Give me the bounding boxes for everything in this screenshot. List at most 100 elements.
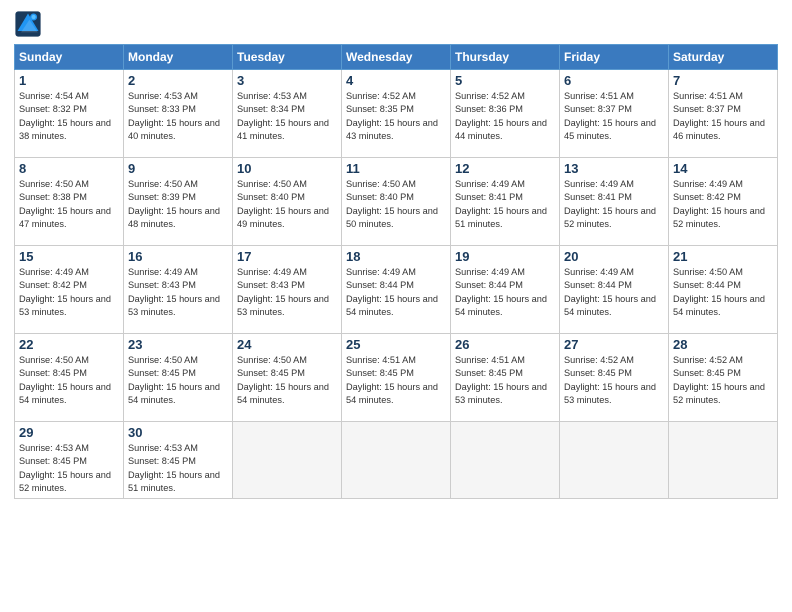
day-info: Sunrise: 4:49 AMSunset: 8:44 PMDaylight:…	[564, 266, 664, 319]
day-number: 8	[19, 161, 119, 176]
calendar-cell: 28 Sunrise: 4:52 AMSunset: 8:45 PMDayligh…	[669, 334, 778, 422]
calendar-cell: 5 Sunrise: 4:52 AMSunset: 8:36 PMDaylight…	[451, 70, 560, 158]
day-number: 12	[455, 161, 555, 176]
day-info: Sunrise: 4:49 AMSunset: 8:43 PMDaylight:…	[128, 266, 228, 319]
calendar-table: SundayMondayTuesdayWednesdayThursdayFrid…	[14, 44, 778, 499]
day-info: Sunrise: 4:49 AMSunset: 8:42 PMDaylight:…	[19, 266, 119, 319]
calendar-cell: 14 Sunrise: 4:49 AMSunset: 8:42 PMDayligh…	[669, 158, 778, 246]
calendar-cell	[451, 422, 560, 499]
calendar-cell: 26Sunrise: 4:51 AMSunset: 8:45 PMDayligh…	[451, 334, 560, 422]
day-number: 2	[128, 73, 228, 88]
day-number: 26	[455, 337, 555, 352]
day-number: 19	[455, 249, 555, 264]
calendar-cell	[669, 422, 778, 499]
day-number: 30	[128, 425, 228, 440]
day-info: Sunrise: 4:50 AMSunset: 8:44 PMDaylight:…	[673, 266, 773, 319]
day-info: Sunrise: 4:52 AMSunset: 8:45 PMDaylight:…	[673, 354, 773, 407]
weekday-sunday: Sunday	[15, 45, 124, 70]
calendar-cell	[233, 422, 342, 499]
day-info: Sunrise: 4:49 AMSunset: 8:42 PMDaylight:…	[673, 178, 773, 231]
weekday-tuesday: Tuesday	[233, 45, 342, 70]
calendar-cell: 6 Sunrise: 4:51 AMSunset: 8:37 PMDaylight…	[560, 70, 669, 158]
week-row-3: 15 Sunrise: 4:49 AMSunset: 8:42 PMDayligh…	[15, 246, 778, 334]
day-number: 5	[455, 73, 555, 88]
logo	[14, 10, 46, 38]
calendar-cell: 4 Sunrise: 4:52 AMSunset: 8:35 PMDaylight…	[342, 70, 451, 158]
calendar-cell: 17Sunrise: 4:49 AMSunset: 8:43 PMDayligh…	[233, 246, 342, 334]
day-info: Sunrise: 4:53 AMSunset: 8:45 PMDaylight:…	[128, 442, 228, 495]
day-info: Sunrise: 4:52 AMSunset: 8:36 PMDaylight:…	[455, 90, 555, 143]
calendar-cell: 13 Sunrise: 4:49 AMSunset: 8:41 PMDayligh…	[560, 158, 669, 246]
day-number: 14	[673, 161, 773, 176]
weekday-friday: Friday	[560, 45, 669, 70]
week-row-4: 22 Sunrise: 4:50 AMSunset: 8:45 PMDayligh…	[15, 334, 778, 422]
day-number: 23	[128, 337, 228, 352]
day-info: Sunrise: 4:49 AMSunset: 8:41 PMDaylight:…	[564, 178, 664, 231]
day-info: Sunrise: 4:53 AMSunset: 8:34 PMDaylight:…	[237, 90, 337, 143]
day-info: Sunrise: 4:51 AMSunset: 8:37 PMDaylight:…	[564, 90, 664, 143]
day-info: Sunrise: 4:51 AMSunset: 8:37 PMDaylight:…	[673, 90, 773, 143]
day-info: Sunrise: 4:49 AMSunset: 8:44 PMDaylight:…	[346, 266, 446, 319]
weekday-saturday: Saturday	[669, 45, 778, 70]
day-info: Sunrise: 4:53 AMSunset: 8:45 PMDaylight:…	[19, 442, 119, 495]
calendar-cell: 20Sunrise: 4:49 AMSunset: 8:44 PMDayligh…	[560, 246, 669, 334]
calendar-cell: 16 Sunrise: 4:49 AMSunset: 8:43 PMDayligh…	[124, 246, 233, 334]
week-row-2: 8 Sunrise: 4:50 AMSunset: 8:38 PMDaylight…	[15, 158, 778, 246]
calendar-cell: 2 Sunrise: 4:53 AMSunset: 8:33 PMDaylight…	[124, 70, 233, 158]
calendar-cell: 27 Sunrise: 4:52 AMSunset: 8:45 PMDayligh…	[560, 334, 669, 422]
calendar-cell: 1Sunrise: 4:54 AMSunset: 8:32 PMDaylight…	[15, 70, 124, 158]
day-number: 3	[237, 73, 337, 88]
calendar-cell: 12 Sunrise: 4:49 AMSunset: 8:41 PMDayligh…	[451, 158, 560, 246]
day-number: 27	[564, 337, 664, 352]
calendar-cell	[560, 422, 669, 499]
day-info: Sunrise: 4:50 AMSunset: 8:45 PMDaylight:…	[19, 354, 119, 407]
calendar-cell: 19Sunrise: 4:49 AMSunset: 8:44 PMDayligh…	[451, 246, 560, 334]
day-info: Sunrise: 4:52 AMSunset: 8:45 PMDaylight:…	[564, 354, 664, 407]
day-number: 15	[19, 249, 119, 264]
weekday-header-row: SundayMondayTuesdayWednesdayThursdayFrid…	[15, 45, 778, 70]
calendar-body: 1Sunrise: 4:54 AMSunset: 8:32 PMDaylight…	[15, 70, 778, 499]
day-number: 29	[19, 425, 119, 440]
calendar-cell: 11 Sunrise: 4:50 AMSunset: 8:40 PMDayligh…	[342, 158, 451, 246]
day-info: Sunrise: 4:50 AMSunset: 8:45 PMDaylight:…	[128, 354, 228, 407]
day-number: 28	[673, 337, 773, 352]
calendar-cell: 15 Sunrise: 4:49 AMSunset: 8:42 PMDayligh…	[15, 246, 124, 334]
day-info: Sunrise: 4:51 AMSunset: 8:45 PMDaylight:…	[346, 354, 446, 407]
day-number: 4	[346, 73, 446, 88]
day-number: 17	[237, 249, 337, 264]
day-info: Sunrise: 4:52 AMSunset: 8:35 PMDaylight:…	[346, 90, 446, 143]
day-number: 25	[346, 337, 446, 352]
calendar-cell: 25 Sunrise: 4:51 AMSunset: 8:45 PMDayligh…	[342, 334, 451, 422]
calendar-cell	[342, 422, 451, 499]
week-row-1: 1Sunrise: 4:54 AMSunset: 8:32 PMDaylight…	[15, 70, 778, 158]
day-info: Sunrise: 4:50 AMSunset: 8:40 PMDaylight:…	[237, 178, 337, 231]
calendar-cell: 23 Sunrise: 4:50 AMSunset: 8:45 PMDayligh…	[124, 334, 233, 422]
day-info: Sunrise: 4:50 AMSunset: 8:39 PMDaylight:…	[128, 178, 228, 231]
header	[14, 10, 778, 38]
day-number: 18	[346, 249, 446, 264]
calendar-cell: 21Sunrise: 4:50 AMSunset: 8:44 PMDayligh…	[669, 246, 778, 334]
weekday-monday: Monday	[124, 45, 233, 70]
calendar-cell: 9 Sunrise: 4:50 AMSunset: 8:39 PMDaylight…	[124, 158, 233, 246]
calendar-cell: 10Sunrise: 4:50 AMSunset: 8:40 PMDayligh…	[233, 158, 342, 246]
day-number: 11	[346, 161, 446, 176]
logo-icon	[14, 10, 42, 38]
day-number: 7	[673, 73, 773, 88]
day-info: Sunrise: 4:53 AMSunset: 8:33 PMDaylight:…	[128, 90, 228, 143]
day-info: Sunrise: 4:50 AMSunset: 8:45 PMDaylight:…	[237, 354, 337, 407]
weekday-thursday: Thursday	[451, 45, 560, 70]
day-number: 16	[128, 249, 228, 264]
day-info: Sunrise: 4:50 AMSunset: 8:38 PMDaylight:…	[19, 178, 119, 231]
main-container: SundayMondayTuesdayWednesdayThursdayFrid…	[0, 0, 792, 612]
day-number: 24	[237, 337, 337, 352]
weekday-wednesday: Wednesday	[342, 45, 451, 70]
calendar-cell: 3 Sunrise: 4:53 AMSunset: 8:34 PMDaylight…	[233, 70, 342, 158]
day-info: Sunrise: 4:49 AMSunset: 8:41 PMDaylight:…	[455, 178, 555, 231]
day-number: 9	[128, 161, 228, 176]
day-number: 22	[19, 337, 119, 352]
day-info: Sunrise: 4:50 AMSunset: 8:40 PMDaylight:…	[346, 178, 446, 231]
calendar-cell: 7 Sunrise: 4:51 AMSunset: 8:37 PMDaylight…	[669, 70, 778, 158]
day-number: 13	[564, 161, 664, 176]
calendar-cell: 18 Sunrise: 4:49 AMSunset: 8:44 PMDayligh…	[342, 246, 451, 334]
day-number: 6	[564, 73, 664, 88]
